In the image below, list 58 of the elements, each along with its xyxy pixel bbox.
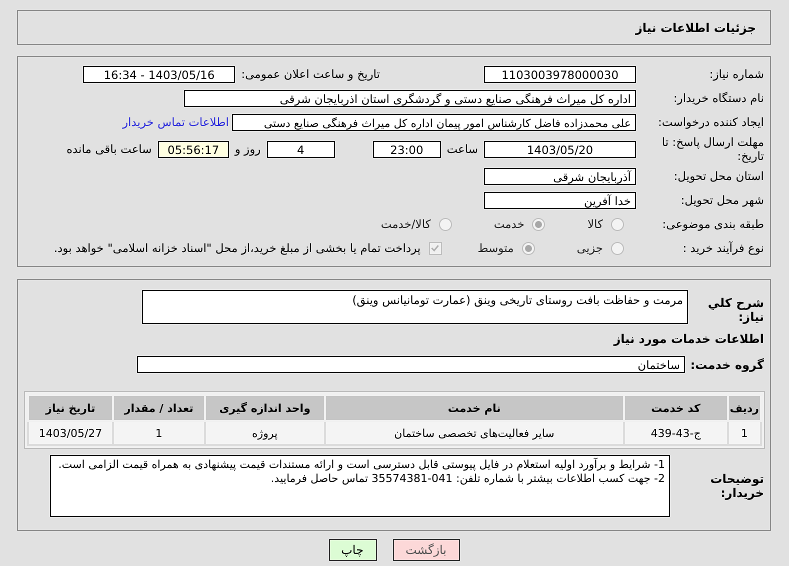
province-field: آذربایجان شرقی	[484, 168, 636, 184]
field-label: شهر محل تحویل:	[680, 193, 765, 207]
table-cell: سایر فعالیت‌های تخصصی ساختمان	[324, 421, 624, 445]
radio-label: خدمت	[494, 217, 524, 231]
column-header: کد خدمت	[624, 395, 728, 421]
buyer-field: اداره کل میراث فرهنگی صنایع دستی و گردشگری استان اذربایجان شرقی	[184, 90, 636, 106]
radio-label: کالا	[587, 217, 603, 231]
radio-button[interactable]	[438, 218, 452, 230]
remaining-time-field: 05:56:17	[158, 140, 229, 158]
section-heading: اطلاعات خدمات مورد نیاز	[612, 332, 765, 346]
field-label: شرح کلي نياز:	[706, 296, 765, 324]
time-label: ساعت	[446, 142, 478, 156]
announce-date-field: 1403/05/16 - 16:34	[83, 66, 236, 82]
service-group-field: ساختمان	[137, 356, 685, 373]
column-header: تعداد / مقدار	[112, 395, 205, 421]
city-field: خدا آفرین	[484, 192, 636, 208]
field-label: توضیحات خریدار:	[709, 472, 765, 500]
field-label: تاریخ و ساعت اعلان عمومی:	[241, 67, 380, 81]
payment-note: پرداخت تمام یا بخشی از مبلغ خرید،از محل "اسناد خزانه اسلامی" خواهد بود.	[54, 241, 421, 255]
field-label: مهلت ارسال پاسخ: تا تاریخ:	[660, 135, 765, 163]
radio-button[interactable]	[611, 242, 624, 254]
deadline-date-field: 1403/05/20	[484, 140, 636, 158]
page-title: جزئیات اطلاعات نیاز	[635, 20, 756, 34]
field-label: شماره نیاز:	[708, 67, 765, 81]
note-line: 1- شرایط و برآورد اولیه استعلام در فایل پیوستی قابل دسترسی است و ارائه مستندات قیمت پیشنهادی به همراه قیمت الزامی است.	[57, 458, 665, 472]
checkbox[interactable]	[428, 242, 442, 254]
radio-label: متوسط	[478, 241, 514, 255]
field-label: گروه خدمت:	[689, 358, 765, 372]
column-header: ردیف	[728, 395, 761, 421]
field-label: ایجاد کننده درخواست:	[657, 115, 765, 129]
field-label: استان محل تحویل:	[672, 169, 765, 183]
remaining-label: ساعت باقی مانده	[66, 142, 152, 156]
radio-label: کالا/خدمت	[380, 217, 431, 231]
buyer-contact-link[interactable]: اطلاعات تماس خریدار	[122, 115, 229, 129]
radio-button[interactable]	[522, 242, 535, 254]
column-header: واحد اندازه گیری	[204, 395, 325, 421]
note-line: 2- جهت کسب اطلاعات بیشتر با شماره تلفن: 041-35574381 تماس حاصل فرمایید.	[270, 472, 665, 486]
days-label: روز و	[234, 142, 261, 156]
radio-button[interactable]	[611, 218, 624, 230]
column-header: تاریخ نیاز	[28, 395, 113, 421]
creator-field: علی محمدزاده فاضل کارشناس امور پیمان اداره کل میراث فرهنگی صنایع دستی	[232, 114, 636, 130]
table-cell: 1	[112, 421, 205, 445]
radio-label: جزیی	[576, 241, 603, 255]
table-cell: 1403/05/27	[28, 421, 113, 445]
need-number-field: 1103003978000030	[484, 66, 636, 82]
print-button[interactable]: چاپ	[328, 539, 376, 561]
table-cell: 1	[728, 421, 761, 445]
radio-button[interactable]	[532, 218, 546, 230]
field-label: نوع فرآیند خرید :	[682, 241, 765, 255]
description-field: مرمت و حفاظت بافت روستای تاریخی وینق (عمارت تومانیانس وینق)	[142, 290, 688, 324]
column-header: نام خدمت	[324, 395, 624, 421]
days-field: 4	[266, 140, 335, 158]
deadline-time-field: 23:00	[372, 140, 441, 158]
table-cell: پروژه	[204, 421, 325, 445]
field-label: طبقه بندی موضوعی:	[661, 217, 765, 231]
back-button[interactable]: بازگشت	[392, 539, 460, 561]
table-cell: ج-43-439	[624, 421, 728, 445]
field-label: نام دستگاه خریدار:	[672, 91, 765, 105]
